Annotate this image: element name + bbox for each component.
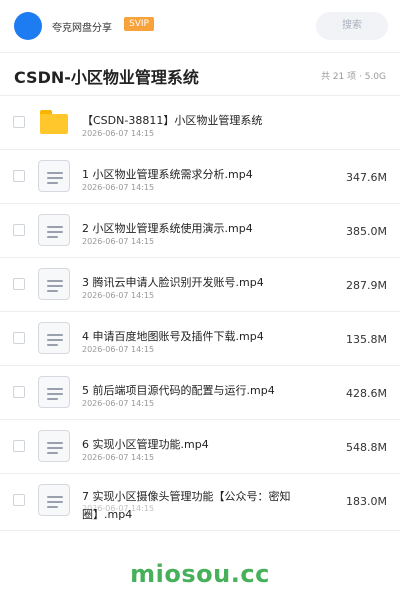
file-date: 2026-06-07 14:15 — [82, 345, 155, 354]
row-checkbox[interactable] — [13, 386, 25, 398]
vip-badge: SVIP — [124, 17, 154, 31]
row-checkbox[interactable] — [13, 494, 25, 506]
row-checkbox[interactable] — [13, 278, 25, 290]
row-checkbox[interactable] — [13, 224, 25, 236]
document-icon — [38, 322, 70, 354]
search-input[interactable]: 搜索 — [316, 12, 388, 40]
file-name[interactable]: 4 申请百度地图账号及插件下载.mp4 — [82, 328, 332, 344]
watermark: miosou.cc — [130, 560, 270, 588]
file-date: 2026-06-07 14:15 — [82, 129, 155, 138]
file-size: 548.8M — [346, 441, 387, 454]
header-bar: 夸克网盘分享 SVIP 搜索 — [0, 0, 400, 53]
file-size: 287.9M — [346, 279, 387, 292]
file-name[interactable]: 2 小区物业管理系统使用演示.mp4 — [82, 220, 332, 236]
file-row[interactable]: 1 小区物业管理系统需求分析.mp4 2026-06-07 14:15 347.… — [0, 150, 400, 204]
document-icon — [38, 160, 70, 192]
file-list: 【CSDN-38811】小区物业管理系统 2026-06-07 14:15 1 … — [0, 96, 400, 531]
file-row[interactable]: 4 申请百度地图账号及插件下载.mp4 2026-06-07 14:15 135… — [0, 312, 400, 366]
file-size: 135.8M — [346, 333, 387, 346]
avatar[interactable] — [14, 12, 42, 40]
file-name[interactable]: 3 腾讯云申请人脸识别开发账号.mp4 — [82, 274, 332, 290]
file-row[interactable]: 2 小区物业管理系统使用演示.mp4 2026-06-07 14:15 385.… — [0, 204, 400, 258]
file-row[interactable]: 3 腾讯云申请人脸识别开发账号.mp4 2026-06-07 14:15 287… — [0, 258, 400, 312]
file-size: 428.6M — [346, 387, 387, 400]
file-size: 385.0M — [346, 225, 387, 238]
file-name[interactable]: 6 实现小区管理功能.mp4 — [82, 436, 332, 452]
document-icon — [38, 376, 70, 408]
row-checkbox[interactable] — [13, 440, 25, 452]
document-icon — [38, 484, 70, 516]
document-icon — [38, 268, 70, 300]
file-name[interactable]: 5 前后端项目源代码的配置与运行.mp4 — [82, 382, 332, 398]
search-placeholder: 搜索 — [342, 20, 362, 31]
file-size: 347.6M — [346, 171, 387, 184]
row-checkbox[interactable] — [13, 170, 25, 182]
file-name[interactable]: 7 实现小区摄像头管理功能【公众号：密知圈】.mp4 — [82, 488, 332, 524]
document-icon — [38, 430, 70, 462]
file-row[interactable]: 2026-06-07 14:15 7 实现小区摄像头管理功能【公众号：密知圈】.… — [0, 474, 400, 531]
page-title: CSDN-小区物业管理系统 — [14, 68, 199, 87]
file-date: 2026-06-07 14:15 — [82, 291, 155, 300]
file-size: 183.0M — [346, 495, 387, 508]
file-name[interactable]: 【CSDN-38811】小区物业管理系统 — [82, 112, 332, 128]
file-date: 2026-06-07 14:15 — [82, 399, 155, 408]
file-name[interactable]: 1 小区物业管理系统需求分析.mp4 — [82, 166, 332, 182]
file-date: 2026-06-07 14:15 — [82, 183, 155, 192]
file-row[interactable]: 5 前后端项目源代码的配置与运行.mp4 2026-06-07 14:15 42… — [0, 366, 400, 420]
row-checkbox[interactable] — [13, 332, 25, 344]
file-date: 2026-06-07 14:15 — [82, 453, 155, 462]
row-checkbox[interactable] — [13, 116, 25, 128]
file-date: 2026-06-07 14:15 — [82, 237, 155, 246]
file-row[interactable]: 【CSDN-38811】小区物业管理系统 2026-06-07 14:15 — [0, 96, 400, 150]
folder-icon — [38, 106, 70, 138]
document-icon — [38, 214, 70, 246]
folder-summary: 共 21 项 · 5.0G — [320, 72, 386, 82]
file-row[interactable]: 6 实现小区管理功能.mp4 2026-06-07 14:15 548.8M — [0, 420, 400, 474]
user-name: 夸克网盘分享 — [52, 23, 112, 34]
